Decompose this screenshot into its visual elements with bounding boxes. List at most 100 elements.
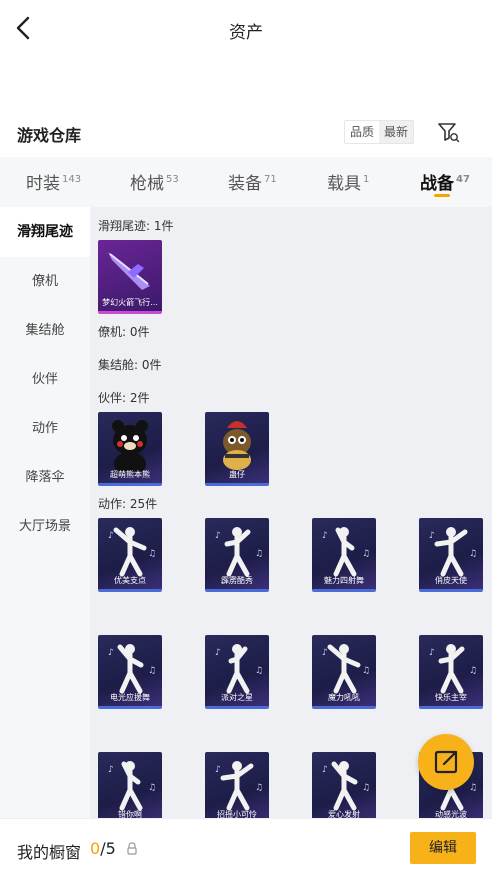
sidebar-item-lobby-scene[interactable]: 大厅场景 — [0, 502, 90, 552]
dancer-icon: ♪♫ — [108, 644, 156, 694]
dancer-icon: ♪♫ — [322, 761, 370, 811]
svg-text:♫: ♫ — [255, 549, 263, 559]
dancer-icon: ♪♫ — [215, 527, 263, 577]
active-tab-indicator — [434, 194, 450, 197]
showcase-count: 0/5 — [90, 839, 116, 858]
svg-text:♪: ♪ — [322, 648, 328, 658]
sort-by-quality[interactable]: 品质 — [345, 121, 380, 143]
tab-label: 枪械 — [130, 174, 164, 194]
emote-card[interactable]: ♪ ♫ 俏皮天使 — [419, 518, 483, 592]
lock-icon — [126, 841, 138, 855]
svg-text:♫: ♫ — [255, 666, 263, 676]
tab-count: 1 — [363, 174, 370, 185]
emote-card[interactable]: ♪ ♫ 魔力吼吼 — [312, 635, 376, 709]
showcase-label: 我的橱窗 — [17, 843, 82, 862]
item-card[interactable]: 蛊仔 — [205, 412, 269, 486]
svg-text:♪: ♪ — [322, 531, 328, 541]
group-title-trail: 滑翔尾迹: 1件 — [98, 219, 174, 233]
emote-card[interactable]: ♪ ♫ 快乐主宰 — [419, 635, 483, 709]
tab-vehicles[interactable]: 载具 1 — [327, 169, 369, 194]
svg-text:♪: ♪ — [215, 648, 221, 658]
emote-label: 魔力吼吼 — [328, 693, 360, 702]
tab-equipment[interactable]: 装备 71 — [228, 169, 277, 194]
svg-text:♫: ♫ — [148, 783, 156, 793]
item-card[interactable]: 超萌熊本熊 — [98, 412, 162, 486]
svg-text:♫: ♫ — [469, 549, 477, 559]
top-bar: 资产 — [0, 0, 492, 58]
filter-icon[interactable] — [436, 120, 460, 144]
edit-button[interactable]: 编辑 — [410, 832, 476, 864]
group-title-emote: 动作: 25件 — [98, 497, 158, 511]
dancer-icon: ♪♫ — [322, 644, 370, 694]
group-title-pod: 集结舱: 0件 — [98, 358, 162, 372]
dancer-icon: ♪♫ — [215, 761, 263, 811]
tab-count: 71 — [264, 174, 277, 185]
tab-count: 53 — [166, 174, 179, 185]
item-label: 蛊仔 — [229, 470, 245, 479]
item-label: 超萌熊本熊 — [110, 470, 150, 479]
sort-by-newest[interactable]: 最新 — [379, 121, 414, 143]
showcase-current: 0 — [90, 839, 101, 858]
dancer-icon: ♪♫ — [108, 527, 156, 577]
svg-text:♫: ♫ — [362, 783, 370, 793]
sidebar: 滑翔尾迹 僚机 集结舱 伙伴 动作 降落伞 大厅场景 — [0, 207, 90, 827]
tab-label: 时装 — [26, 174, 60, 194]
bear-icon — [112, 420, 148, 472]
emote-label: 快乐主宰 — [435, 693, 467, 702]
svg-text:♪: ♪ — [215, 765, 221, 775]
emote-card[interactable]: ♪ ♫ 错你啊 — [98, 752, 162, 826]
gu-zai-icon — [223, 421, 251, 470]
tab-guns[interactable]: 枪械 53 — [130, 169, 179, 194]
tab-count: 47 — [456, 174, 470, 185]
item-card[interactable]: 梦幻火箭飞行... — [98, 240, 162, 314]
emote-label: 电光应援舞 — [110, 693, 150, 702]
emote-card[interactable]: ♪ ♫ 魅力四射舞 — [312, 518, 376, 592]
page-title: 资产 — [229, 23, 263, 43]
svg-text:♪: ♪ — [429, 531, 435, 541]
svg-text:♫: ♫ — [362, 549, 370, 559]
tab-label: 装备 — [228, 174, 262, 194]
emote-card[interactable]: ♪ ♫ 爱心发射 — [312, 752, 376, 826]
sidebar-item-pod[interactable]: 集结舱 — [0, 306, 90, 356]
tab-label: 战备 — [420, 174, 454, 194]
svg-text:♫: ♫ — [469, 666, 477, 676]
sidebar-item-parachute[interactable]: 降落伞 — [0, 453, 90, 503]
sidebar-item-emote[interactable]: 动作 — [0, 404, 90, 454]
sidebar-item-wingman[interactable]: 僚机 — [0, 257, 90, 307]
tab-count: 143 — [62, 174, 82, 185]
dancer-icon: ♪♫ — [429, 527, 477, 577]
emote-card[interactable]: ♪ ♫ 招摇小可怜 — [205, 752, 269, 826]
svg-text:♪: ♪ — [108, 765, 114, 775]
svg-text:♫: ♫ — [362, 666, 370, 676]
emote-label: 霹雳酷秀 — [221, 576, 253, 585]
share-button[interactable] — [418, 734, 474, 790]
dancer-icon: ♪♫ — [108, 761, 156, 811]
tab-fashion[interactable]: 时装 143 — [26, 169, 81, 194]
emote-label: 派对之星 — [221, 693, 253, 702]
section-header: 游戏仓库 品质 最新 — [0, 110, 492, 156]
group-title-partner: 伙伴: 2件 — [98, 391, 150, 405]
showcase-total: /5 — [100, 839, 116, 858]
item-label: 梦幻火箭飞行... — [102, 298, 158, 307]
emote-card[interactable]: ♪ ♫ 霹雳酷秀 — [205, 518, 269, 592]
emote-card[interactable]: ♪ ♫ 电光应援舞 — [98, 635, 162, 709]
dancer-icon: ♪♫ — [429, 644, 477, 694]
sidebar-item-partner[interactable]: 伙伴 — [0, 355, 90, 405]
sidebar-item-glide-trail[interactable]: 滑翔尾迹 — [0, 207, 90, 257]
svg-text:♪: ♪ — [429, 648, 435, 658]
svg-text:♫: ♫ — [255, 783, 263, 793]
svg-text:♫: ♫ — [148, 666, 156, 676]
group-title-wingman: 僚机: 0件 — [98, 325, 150, 339]
external-link-icon — [434, 750, 458, 774]
sort-toggle: 品质 最新 — [344, 120, 415, 144]
tab-battle-gear[interactable]: 战备 47 — [420, 169, 470, 194]
svg-text:♪: ♪ — [108, 531, 114, 541]
svg-text:♪: ♪ — [322, 765, 328, 775]
emote-card[interactable]: ♪ ♫ 派对之星 — [205, 635, 269, 709]
category-tabs: 时装 143 枪械 53 装备 71 载具 1 战备 47 — [0, 157, 492, 207]
emote-card[interactable]: ♪ ♫ 优美支点 — [98, 518, 162, 592]
tab-label: 载具 — [327, 174, 361, 194]
dancer-icon: ♪♫ — [322, 527, 370, 577]
emote-label: 优美支点 — [114, 576, 146, 585]
section-title: 游戏仓库 — [17, 126, 82, 145]
